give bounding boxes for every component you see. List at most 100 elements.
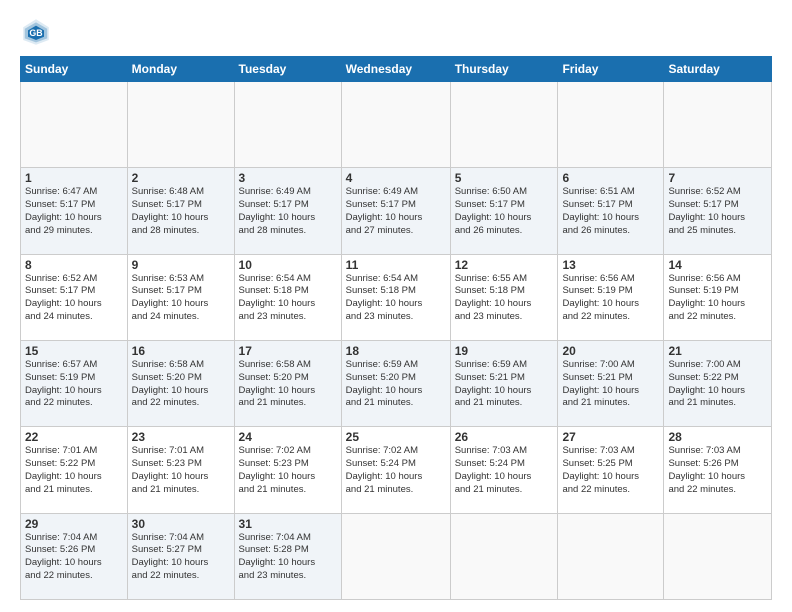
day-number: 10 [239, 258, 337, 272]
day-cell: 26Sunrise: 7:03 AM Sunset: 5:24 PM Dayli… [450, 427, 558, 513]
day-info: Sunrise: 6:56 AM Sunset: 5:19 PM Dayligh… [668, 273, 767, 324]
day-number: 25 [346, 430, 446, 444]
day-cell: 23Sunrise: 7:01 AM Sunset: 5:23 PM Dayli… [127, 427, 234, 513]
day-cell: 22Sunrise: 7:01 AM Sunset: 5:22 PM Dayli… [21, 427, 128, 513]
day-number: 11 [346, 258, 446, 272]
day-number: 2 [132, 171, 230, 185]
day-number: 21 [668, 344, 767, 358]
calendar-header: SundayMondayTuesdayWednesdayThursdayFrid… [21, 57, 772, 82]
day-info: Sunrise: 6:48 AM Sunset: 5:17 PM Dayligh… [132, 186, 230, 237]
day-cell: 25Sunrise: 7:02 AM Sunset: 5:24 PM Dayli… [341, 427, 450, 513]
day-info: Sunrise: 7:04 AM Sunset: 5:27 PM Dayligh… [132, 532, 230, 583]
header-row: SundayMondayTuesdayWednesdayThursdayFrid… [21, 57, 772, 82]
day-number: 27 [562, 430, 659, 444]
day-number: 17 [239, 344, 337, 358]
day-cell: 14Sunrise: 6:56 AM Sunset: 5:19 PM Dayli… [664, 254, 772, 340]
day-cell: 7Sunrise: 6:52 AM Sunset: 5:17 PM Daylig… [664, 168, 772, 254]
day-info: Sunrise: 6:54 AM Sunset: 5:18 PM Dayligh… [239, 273, 337, 324]
day-cell: 24Sunrise: 7:02 AM Sunset: 5:23 PM Dayli… [234, 427, 341, 513]
day-number: 15 [25, 344, 123, 358]
day-number: 24 [239, 430, 337, 444]
day-info: Sunrise: 6:58 AM Sunset: 5:20 PM Dayligh… [132, 359, 230, 410]
day-cell: 12Sunrise: 6:55 AM Sunset: 5:18 PM Dayli… [450, 254, 558, 340]
day-cell [450, 513, 558, 599]
day-info: Sunrise: 6:59 AM Sunset: 5:20 PM Dayligh… [346, 359, 446, 410]
day-info: Sunrise: 6:49 AM Sunset: 5:17 PM Dayligh… [239, 186, 337, 237]
week-row-1: 1Sunrise: 6:47 AM Sunset: 5:17 PM Daylig… [21, 168, 772, 254]
day-info: Sunrise: 7:04 AM Sunset: 5:28 PM Dayligh… [239, 532, 337, 583]
day-cell: 3Sunrise: 6:49 AM Sunset: 5:17 PM Daylig… [234, 168, 341, 254]
day-number: 1 [25, 171, 123, 185]
day-cell: 5Sunrise: 6:50 AM Sunset: 5:17 PM Daylig… [450, 168, 558, 254]
day-cell: 18Sunrise: 6:59 AM Sunset: 5:20 PM Dayli… [341, 340, 450, 426]
calendar-body: 1Sunrise: 6:47 AM Sunset: 5:17 PM Daylig… [21, 82, 772, 600]
day-cell [21, 82, 128, 168]
day-cell: 10Sunrise: 6:54 AM Sunset: 5:18 PM Dayli… [234, 254, 341, 340]
day-info: Sunrise: 6:49 AM Sunset: 5:17 PM Dayligh… [346, 186, 446, 237]
col-header-sunday: Sunday [21, 57, 128, 82]
day-info: Sunrise: 7:00 AM Sunset: 5:22 PM Dayligh… [668, 359, 767, 410]
day-cell [234, 82, 341, 168]
day-number: 3 [239, 171, 337, 185]
week-row-4: 22Sunrise: 7:01 AM Sunset: 5:22 PM Dayli… [21, 427, 772, 513]
day-info: Sunrise: 6:52 AM Sunset: 5:17 PM Dayligh… [25, 273, 123, 324]
day-info: Sunrise: 7:03 AM Sunset: 5:26 PM Dayligh… [668, 445, 767, 496]
day-number: 28 [668, 430, 767, 444]
day-info: Sunrise: 6:51 AM Sunset: 5:17 PM Dayligh… [562, 186, 659, 237]
header: GB [20, 16, 772, 48]
day-cell: 17Sunrise: 6:58 AM Sunset: 5:20 PM Dayli… [234, 340, 341, 426]
day-number: 16 [132, 344, 230, 358]
day-cell [450, 82, 558, 168]
day-number: 4 [346, 171, 446, 185]
week-row-2: 8Sunrise: 6:52 AM Sunset: 5:17 PM Daylig… [21, 254, 772, 340]
col-header-thursday: Thursday [450, 57, 558, 82]
day-cell: 28Sunrise: 7:03 AM Sunset: 5:26 PM Dayli… [664, 427, 772, 513]
day-info: Sunrise: 7:01 AM Sunset: 5:22 PM Dayligh… [25, 445, 123, 496]
day-cell: 20Sunrise: 7:00 AM Sunset: 5:21 PM Dayli… [558, 340, 664, 426]
day-number: 18 [346, 344, 446, 358]
day-info: Sunrise: 7:03 AM Sunset: 5:25 PM Dayligh… [562, 445, 659, 496]
page: GB SundayMondayTuesdayWednesdayThursdayF… [0, 0, 792, 612]
day-info: Sunrise: 6:53 AM Sunset: 5:17 PM Dayligh… [132, 273, 230, 324]
logo-icon: GB [20, 16, 52, 48]
day-number: 6 [562, 171, 659, 185]
day-cell: 31Sunrise: 7:04 AM Sunset: 5:28 PM Dayli… [234, 513, 341, 599]
day-number: 14 [668, 258, 767, 272]
day-cell: 29Sunrise: 7:04 AM Sunset: 5:26 PM Dayli… [21, 513, 128, 599]
day-number: 26 [455, 430, 554, 444]
day-info: Sunrise: 6:52 AM Sunset: 5:17 PM Dayligh… [668, 186, 767, 237]
day-number: 20 [562, 344, 659, 358]
day-info: Sunrise: 7:01 AM Sunset: 5:23 PM Dayligh… [132, 445, 230, 496]
day-cell [341, 513, 450, 599]
day-cell: 8Sunrise: 6:52 AM Sunset: 5:17 PM Daylig… [21, 254, 128, 340]
day-number: 9 [132, 258, 230, 272]
day-cell [664, 513, 772, 599]
day-info: Sunrise: 7:02 AM Sunset: 5:23 PM Dayligh… [239, 445, 337, 496]
col-header-tuesday: Tuesday [234, 57, 341, 82]
day-info: Sunrise: 6:54 AM Sunset: 5:18 PM Dayligh… [346, 273, 446, 324]
day-number: 13 [562, 258, 659, 272]
day-cell: 27Sunrise: 7:03 AM Sunset: 5:25 PM Dayli… [558, 427, 664, 513]
day-cell: 13Sunrise: 6:56 AM Sunset: 5:19 PM Dayli… [558, 254, 664, 340]
day-cell: 6Sunrise: 6:51 AM Sunset: 5:17 PM Daylig… [558, 168, 664, 254]
day-cell: 11Sunrise: 6:54 AM Sunset: 5:18 PM Dayli… [341, 254, 450, 340]
day-cell [558, 513, 664, 599]
day-info: Sunrise: 6:55 AM Sunset: 5:18 PM Dayligh… [455, 273, 554, 324]
week-row-0 [21, 82, 772, 168]
col-header-friday: Friday [558, 57, 664, 82]
day-cell [558, 82, 664, 168]
day-number: 29 [25, 517, 123, 531]
day-number: 31 [239, 517, 337, 531]
week-row-3: 15Sunrise: 6:57 AM Sunset: 5:19 PM Dayli… [21, 340, 772, 426]
day-number: 22 [25, 430, 123, 444]
day-cell [664, 82, 772, 168]
day-info: Sunrise: 6:59 AM Sunset: 5:21 PM Dayligh… [455, 359, 554, 410]
day-number: 12 [455, 258, 554, 272]
day-cell: 30Sunrise: 7:04 AM Sunset: 5:27 PM Dayli… [127, 513, 234, 599]
day-cell: 9Sunrise: 6:53 AM Sunset: 5:17 PM Daylig… [127, 254, 234, 340]
day-cell: 1Sunrise: 6:47 AM Sunset: 5:17 PM Daylig… [21, 168, 128, 254]
day-info: Sunrise: 7:03 AM Sunset: 5:24 PM Dayligh… [455, 445, 554, 496]
day-info: Sunrise: 6:58 AM Sunset: 5:20 PM Dayligh… [239, 359, 337, 410]
day-cell: 15Sunrise: 6:57 AM Sunset: 5:19 PM Dayli… [21, 340, 128, 426]
day-cell: 19Sunrise: 6:59 AM Sunset: 5:21 PM Dayli… [450, 340, 558, 426]
